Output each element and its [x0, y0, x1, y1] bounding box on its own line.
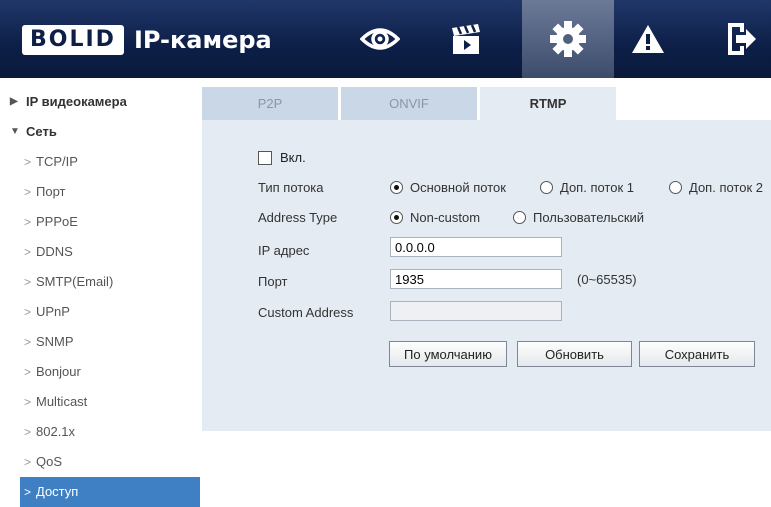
stream-sub1-label: Доп. поток 1 — [560, 180, 634, 195]
custom-address-label: Custom Address — [258, 305, 354, 320]
rtmp-settings-panel: Вкл. Тип потока Основной поток Доп. пото… — [202, 120, 771, 431]
sidebar-item-upnp[interactable]: > UPnP — [0, 297, 200, 327]
nav-settings[interactable] — [522, 0, 614, 78]
port-range-hint: (0~65535) — [577, 272, 637, 287]
chevron-right-icon: > — [24, 215, 32, 229]
enable-label: Вкл. — [280, 150, 306, 165]
enable-checkbox[interactable]: Вкл. — [258, 150, 306, 165]
addr-custom-radio[interactable]: Пользовательский — [513, 210, 644, 225]
sidebar-group-ip-camera[interactable]: ▶ IP видеокамера — [0, 87, 200, 117]
sidebar-item-label: PPPoE — [36, 214, 78, 229]
chevron-right-icon: > — [24, 275, 32, 289]
sidebar-item-label: QoS — [36, 454, 63, 469]
stream-sub2-label: Доп. поток 2 — [689, 180, 763, 195]
radio-dot[interactable] — [513, 211, 526, 224]
nav-logout[interactable] — [711, 8, 771, 70]
sidebar-item-pppoe[interactable]: > PPPoE — [0, 207, 200, 237]
tab-bar: P2P ONVIF RTMP — [202, 87, 619, 120]
addr-noncustom-radio[interactable]: Non-custom — [390, 210, 480, 225]
save-button[interactable]: Сохранить — [639, 341, 755, 367]
sidebar-item-label: 802.1x — [36, 424, 76, 439]
warning-icon — [632, 25, 664, 53]
sidebar-item-label: SMTP(Email) — [36, 274, 114, 289]
stream-main-label: Основной поток — [410, 180, 506, 195]
sidebar-item-bonjour[interactable]: > Bonjour — [0, 357, 200, 387]
sidebar-item-label: Bonjour — [36, 364, 81, 379]
stream-sub2-radio[interactable]: Доп. поток 2 — [669, 180, 763, 195]
stream-sub1-radio[interactable]: Доп. поток 1 — [540, 180, 634, 195]
sidebar-item-tcpip[interactable]: > TCP/IP — [0, 147, 200, 177]
eye-icon — [360, 28, 400, 50]
chevron-right-icon: > — [24, 185, 32, 199]
sidebar-item-smtp[interactable]: > SMTP(Email) — [0, 267, 200, 297]
chevron-right-icon: > — [24, 485, 32, 499]
nav-live-view[interactable] — [350, 8, 410, 70]
chevron-right-icon: > — [24, 335, 32, 349]
sidebar-item-label: Доступ — [36, 484, 79, 499]
sidebar-item-label: SNMP — [36, 334, 74, 349]
sidebar-item-access[interactable]: > Доступ — [20, 477, 200, 507]
default-button[interactable]: По умолчанию — [389, 341, 507, 367]
address-type-label: Address Type — [258, 210, 338, 225]
chevron-right-icon: > — [24, 245, 32, 259]
brand-logo: BOLID IP-камера — [22, 24, 272, 56]
nav-playback[interactable] — [436, 8, 496, 70]
refresh-button[interactable]: Обновить — [517, 341, 632, 367]
radio-dot[interactable] — [540, 181, 553, 194]
chevron-right-icon: > — [24, 365, 32, 379]
addr-custom-label: Пользовательский — [533, 210, 645, 225]
gear-icon — [550, 21, 586, 57]
nav-alarm[interactable] — [618, 8, 678, 70]
sidebar-item-qos[interactable]: > QoS — [0, 447, 200, 477]
chevron-right-icon: > — [24, 155, 32, 169]
radio-dot[interactable] — [390, 211, 403, 224]
sidebar-item-port[interactable]: > Порт — [0, 177, 200, 207]
stream-main-radio[interactable]: Основной поток — [390, 180, 506, 195]
top-header: BOLID IP-камера — [0, 0, 771, 78]
ip-address-input[interactable] — [390, 237, 562, 257]
stream-type-label: Тип потока — [258, 180, 324, 195]
clapperboard-icon — [452, 24, 480, 54]
sidebar-item-8021x[interactable]: >802.1x — [0, 417, 200, 447]
sidebar-item-label: Multicast — [36, 394, 88, 409]
sidebar: ▶ IP видеокамера ▼ Сеть > TCP/IP > Порт > P… — [0, 87, 200, 507]
sidebar-item-label: Порт — [36, 184, 66, 199]
radio-dot[interactable] — [669, 181, 682, 194]
tab-p2p[interactable]: P2P — [202, 87, 338, 120]
sidebar-item-label: TCP/IP — [36, 154, 78, 169]
logo-text: BOLID — [22, 25, 124, 55]
sidebar-item-label: DDNS — [36, 244, 73, 259]
chevron-right-icon: > — [24, 305, 32, 319]
sidebar-item-label: UPnP — [36, 304, 70, 319]
port-label: Порт — [258, 274, 288, 289]
addr-noncustom-label: Non-custom — [410, 210, 481, 225]
checkbox-box[interactable] — [258, 150, 272, 165]
sidebar-item-ddns[interactable]: > DDNS — [0, 237, 200, 267]
radio-dot[interactable] — [390, 181, 403, 194]
ip-address-label: IP адрес — [258, 243, 310, 258]
sidebar-item-snmp[interactable]: > SNMP — [0, 327, 200, 357]
caret-right-icon: ▶ — [10, 96, 18, 107]
sidebar-group-label: IP видеокамера — [26, 94, 127, 109]
logout-icon — [728, 23, 756, 55]
custom-address-input[interactable] — [390, 301, 562, 321]
chevron-right-icon: > — [24, 395, 32, 409]
tab-onvif[interactable]: ONVIF — [341, 87, 477, 120]
sidebar-group-label: Сеть — [26, 124, 57, 139]
sidebar-group-network[interactable]: ▼ Сеть — [0, 117, 200, 147]
caret-down-icon: ▼ — [10, 126, 20, 137]
chevron-right-icon: > — [24, 425, 32, 439]
tab-rtmp[interactable]: RTMP — [480, 87, 616, 120]
app-title: IP-камера — [133, 26, 272, 54]
port-input[interactable] — [390, 269, 562, 289]
sidebar-item-multicast[interactable]: > Multicast — [0, 387, 200, 417]
chevron-right-icon: > — [24, 455, 32, 469]
